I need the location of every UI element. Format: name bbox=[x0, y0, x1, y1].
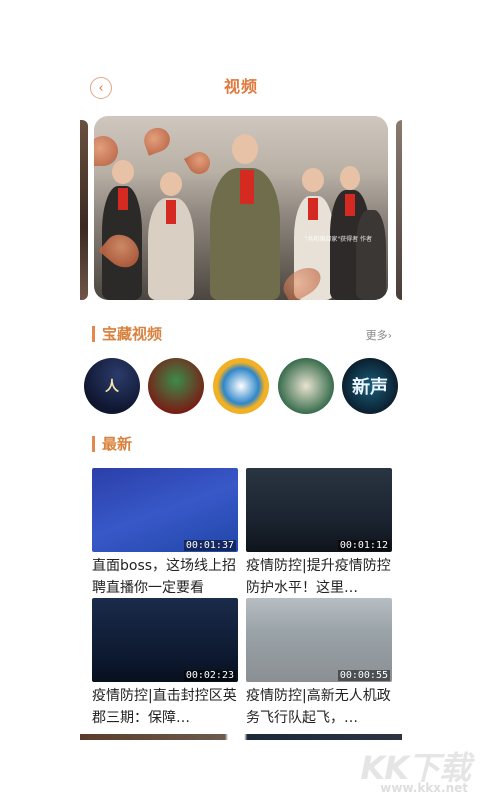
page-title: 视频 bbox=[223, 77, 258, 96]
banner-leaf bbox=[94, 136, 118, 166]
latest-section-header: 最新 bbox=[80, 430, 402, 458]
video-card[interactable]: 00:02:23 疫情防控|直击封控区英郡三期：保障… bbox=[92, 598, 238, 729]
section-bar bbox=[92, 436, 95, 452]
video-card[interactable]: 00:01:37 直面boss，这场线上招聘直播你一定要看 bbox=[92, 468, 238, 599]
banner-carousel[interactable]: "共和国部家"获得者 作者 bbox=[80, 112, 402, 308]
chevron-left-icon: ‹ bbox=[98, 80, 104, 96]
video-thumbnail[interactable]: 00:01:37 bbox=[92, 468, 238, 552]
circle-card-label: 人 bbox=[105, 379, 119, 395]
video-card[interactable]: 00:00:55 疫情防控|高新无人机政务飞行队起飞，… bbox=[246, 598, 392, 729]
circle-card-1[interactable]: 人 bbox=[84, 358, 140, 414]
video-card[interactable]: 00:01:12 疫情防控|提升疫情防控防护水平！这里… bbox=[246, 468, 392, 599]
banner-scarf bbox=[166, 200, 176, 224]
banner-head bbox=[302, 168, 324, 192]
circle-card-5[interactable]: 新声 bbox=[342, 358, 398, 414]
treasure-section-title: 宝藏视频 bbox=[102, 325, 163, 343]
banner-scarf bbox=[118, 188, 128, 210]
circle-card-4[interactable] bbox=[278, 358, 334, 414]
banner-head bbox=[160, 172, 182, 196]
video-thumbnail[interactable]: 00:02:23 bbox=[92, 598, 238, 682]
banner-caption: "共和国部家"获得者 作者 bbox=[304, 236, 372, 243]
video-thumbnail[interactable]: 00:01:12 bbox=[246, 468, 392, 552]
banner-head bbox=[340, 166, 360, 190]
circle-card-label: 新声 bbox=[352, 377, 388, 398]
back-button[interactable]: ‹ bbox=[90, 77, 112, 99]
banner-figure bbox=[356, 210, 386, 300]
video-duration: 00:02:23 bbox=[183, 670, 236, 681]
video-duration: 00:01:37 bbox=[183, 540, 236, 551]
banner-head bbox=[112, 160, 134, 184]
watermark-url: www.kkx.net bbox=[380, 781, 468, 795]
video-page: ‹ 视频 "共和国部家"获得者 作者 宝藏视频 更多› 人 新声 最新 00:0… bbox=[80, 60, 402, 740]
treasure-section-header: 宝藏视频 更多› bbox=[80, 320, 402, 348]
banner-leaf bbox=[183, 147, 215, 179]
banner-leaf bbox=[140, 124, 174, 156]
banner-prev-peek[interactable] bbox=[80, 120, 88, 300]
video-title[interactable]: 疫情防控|高新无人机政务飞行队起飞，… bbox=[246, 685, 392, 729]
banner-image[interactable]: "共和国部家"获得者 作者 bbox=[94, 116, 388, 300]
circle-card-3[interactable] bbox=[213, 358, 269, 414]
circle-card-2[interactable] bbox=[148, 358, 204, 414]
video-duration: 00:00:55 bbox=[337, 670, 390, 681]
watermark: KK下载 www.kkx.net bbox=[345, 743, 471, 795]
video-title[interactable]: 疫情防控|直击封控区英郡三期：保障… bbox=[92, 685, 238, 729]
video-title[interactable]: 直面boss，这场线上招聘直播你一定要看 bbox=[92, 555, 238, 599]
more-link[interactable]: 更多› bbox=[366, 327, 392, 343]
banner-scarf bbox=[308, 198, 318, 220]
banner-next-peek[interactable] bbox=[396, 120, 402, 300]
video-thumbnail[interactable]: 00:00:55 bbox=[246, 598, 392, 682]
video-title[interactable]: 疫情防控|提升疫情防控防护水平！这里… bbox=[246, 555, 392, 599]
banner-scarf bbox=[345, 194, 355, 216]
header: ‹ 视频 bbox=[80, 60, 402, 110]
banner-head bbox=[232, 134, 258, 164]
latest-section-title: 最新 bbox=[102, 435, 133, 453]
next-row-peek bbox=[80, 734, 402, 740]
section-bar bbox=[92, 326, 95, 342]
video-duration: 00:01:12 bbox=[337, 540, 390, 551]
treasure-circle-list: 人 新声 bbox=[80, 358, 402, 418]
banner-scarf bbox=[240, 170, 254, 204]
